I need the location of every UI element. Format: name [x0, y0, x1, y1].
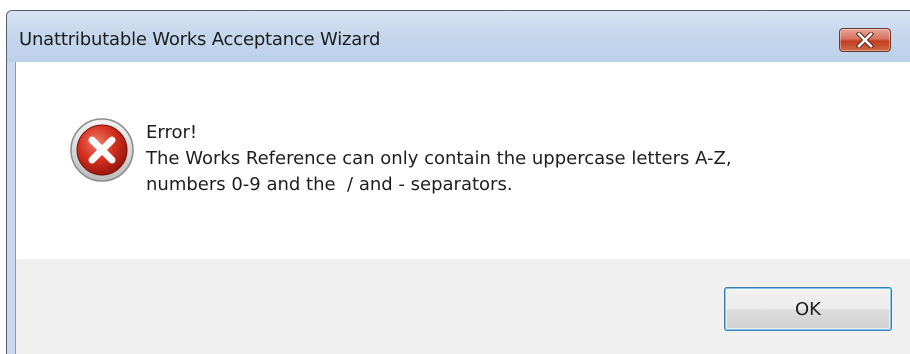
error-heading: Error! [146, 122, 198, 143]
dialog-content: Error! The Works Reference can only cont… [15, 62, 910, 354]
message-area: Error! The Works Reference can only cont… [16, 62, 910, 259]
close-icon [840, 29, 890, 51]
title-bar[interactable]: Unattributable Works Acceptance Wizard [7, 11, 910, 62]
dialog-title: Unattributable Works Acceptance Wizard [19, 29, 381, 50]
error-icon [68, 116, 136, 184]
error-detail-line-2: numbers 0-9 and the / and - separators. [146, 174, 513, 195]
button-area: OK [16, 259, 910, 354]
ok-button[interactable]: OK [724, 287, 892, 331]
close-button[interactable] [839, 28, 891, 52]
error-detail-line-1: The Works Reference can only contain the… [146, 148, 732, 169]
error-dialog: Unattributable Works Acceptance Wizard E… [6, 10, 910, 354]
error-message: Error! The Works Reference can only cont… [146, 120, 732, 198]
